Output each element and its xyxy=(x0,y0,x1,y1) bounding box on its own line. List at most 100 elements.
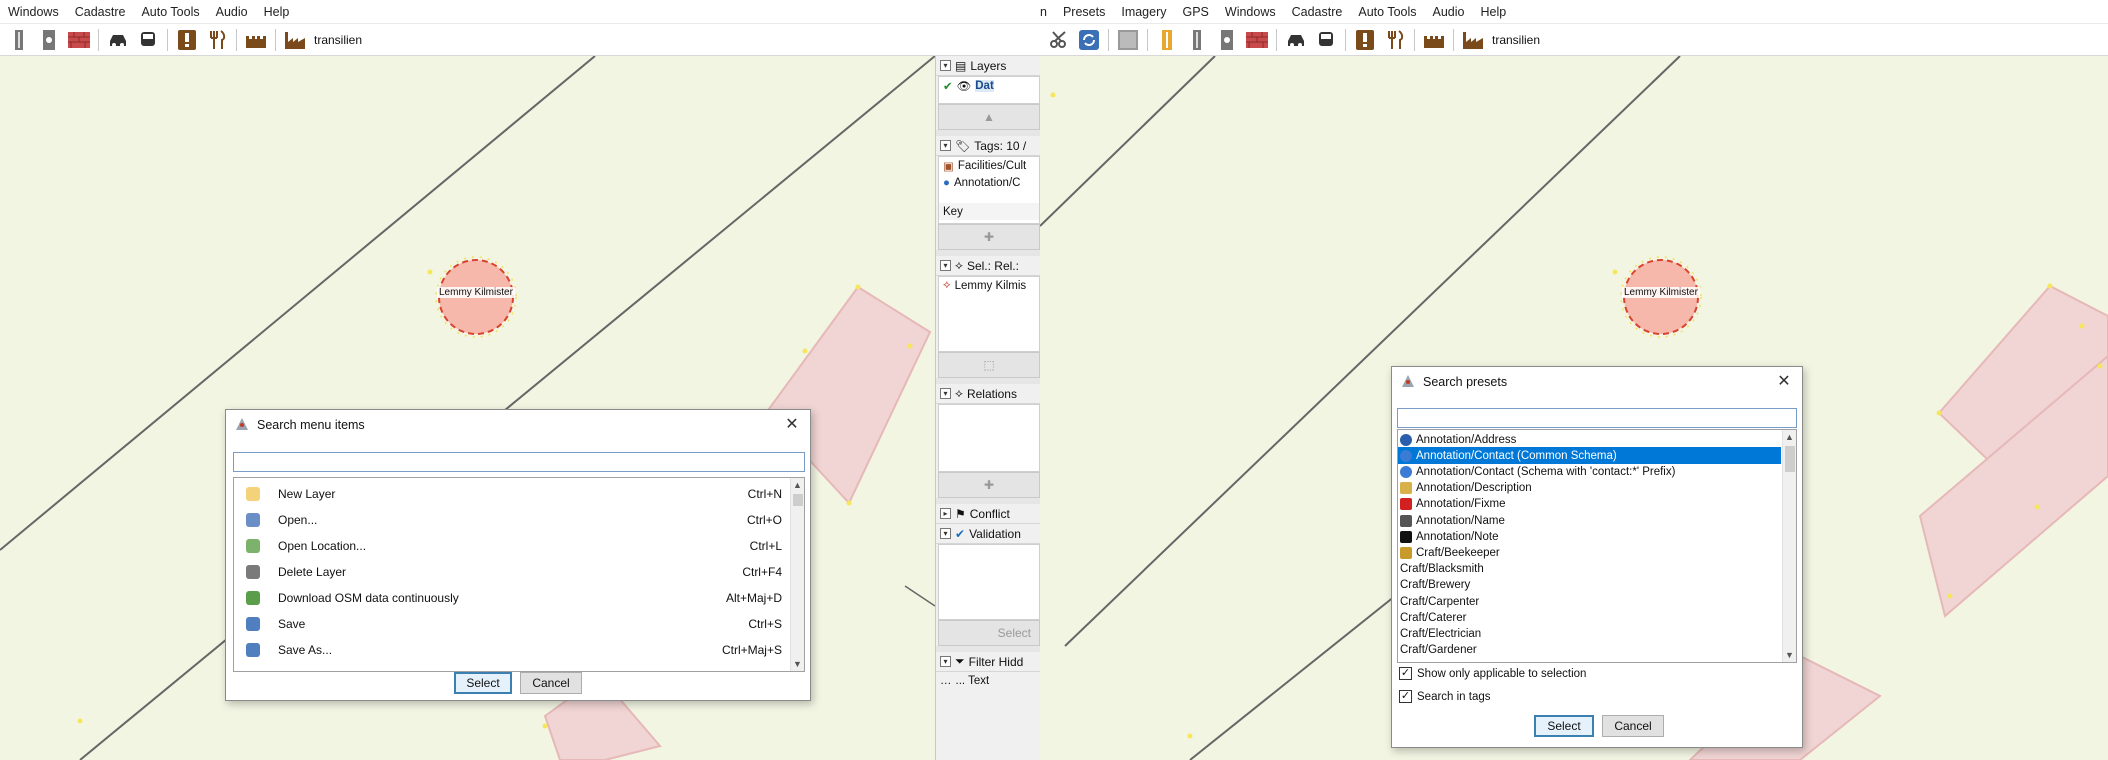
scroll-down-icon[interactable]: ▼ xyxy=(1783,648,1796,662)
menu-help[interactable]: Help xyxy=(1473,5,1515,19)
close-icon[interactable]: ✕ xyxy=(1774,372,1794,392)
preset-row[interactable]: Craft/Blacksmith xyxy=(1398,561,1781,578)
car-icon[interactable] xyxy=(1283,27,1309,53)
menu-auto-tools[interactable]: Auto Tools xyxy=(133,5,207,19)
conflict-header[interactable]: ▸ ⚑ Conflict xyxy=(936,504,1040,524)
preset-row[interactable]: Annotation/Address xyxy=(1398,431,1781,448)
search-in-tags-checkbox[interactable]: ✓ Search in tags xyxy=(1399,690,1491,703)
add-tag-button[interactable]: ✚ xyxy=(938,224,1040,250)
move-up-button[interactable]: ▲ xyxy=(938,104,1040,130)
level-crossing-icon[interactable] xyxy=(36,27,62,53)
restaurant-icon[interactable] xyxy=(1382,27,1408,53)
wall-icon[interactable] xyxy=(1244,27,1270,53)
validation-select-button[interactable]: Select xyxy=(938,620,1040,646)
castle-icon[interactable] xyxy=(243,27,269,53)
collapse-icon[interactable]: ▾ xyxy=(940,656,951,667)
scroll-down-icon[interactable]: ▼ xyxy=(791,657,804,671)
collapse-icon[interactable]: ▾ xyxy=(940,60,951,71)
cancel-button[interactable]: Cancel xyxy=(520,672,582,694)
checkbox-checked-icon[interactable]: ✓ xyxy=(1399,667,1412,680)
menu-item-row[interactable]: Save As... Ctrl+Maj+S xyxy=(234,637,790,663)
railway-icon[interactable] xyxy=(6,27,32,53)
validation-header[interactable]: ▾ ✔ Validation xyxy=(936,524,1040,544)
checkbox-checked-icon[interactable]: ✓ xyxy=(1399,690,1412,703)
scissors-icon[interactable] xyxy=(1046,27,1072,53)
close-icon[interactable]: ✕ xyxy=(782,415,802,435)
bus-icon[interactable] xyxy=(135,27,161,53)
car-icon[interactable] xyxy=(105,27,131,53)
menu-audio[interactable]: Audio xyxy=(1425,5,1473,19)
collapse-icon[interactable]: ▾ xyxy=(940,388,951,399)
scroll-thumb[interactable] xyxy=(1785,446,1795,472)
preset-row[interactable]: Annotation/Fixme xyxy=(1398,496,1781,513)
preset-row[interactable]: Annotation/Name xyxy=(1398,512,1781,529)
preset-row[interactable]: Annotation/Contact (Common Schema) xyxy=(1398,447,1781,465)
tags-header[interactable]: ▾ 🏷 Tags: 10 / xyxy=(936,136,1040,156)
add-relation-button[interactable]: ✚ xyxy=(938,472,1040,498)
toolbar-label-transilien[interactable]: transilien xyxy=(1492,33,1540,47)
search-input[interactable] xyxy=(1397,408,1797,428)
selection-item[interactable]: ⟡ Lemmy Kilmis xyxy=(939,277,1039,294)
menu-item-row[interactable]: Download OSM data continuously Alt+Maj+D xyxy=(234,585,790,611)
factory-icon[interactable] xyxy=(282,27,308,53)
menu-gps[interactable]: GPS xyxy=(1175,5,1217,19)
menu-audio[interactable]: Audio xyxy=(208,5,256,19)
preset-row[interactable]: Craft/Carpenter xyxy=(1398,593,1781,610)
menu-windows[interactable]: Windows xyxy=(0,5,67,19)
level-crossing-icon[interactable] xyxy=(1214,27,1240,53)
scroll-thumb[interactable] xyxy=(793,494,803,506)
layer-item[interactable]: ✔ 👁 Dat xyxy=(939,77,1039,94)
cancel-button[interactable]: Cancel xyxy=(1602,715,1664,737)
applicable-checkbox[interactable]: ✓ Show only applicable to selection xyxy=(1399,667,1586,680)
warning-icon[interactable] xyxy=(174,27,200,53)
menu-presets[interactable]: Presets xyxy=(1055,5,1113,19)
toolbar-label-transilien[interactable]: transilien xyxy=(314,33,362,47)
preset-row[interactable]: Annotation/Note xyxy=(1398,528,1781,545)
select-button[interactable]: Select xyxy=(454,672,512,694)
relations-header[interactable]: ▾ ⟡ Relations xyxy=(936,384,1040,404)
scroll-up-icon[interactable]: ▲ xyxy=(1783,430,1796,444)
preset-row[interactable]: Craft/Caterer xyxy=(1398,609,1781,626)
selection-header[interactable]: ▾ ⟡ Sel.: Rel.: xyxy=(936,256,1040,276)
menu-partial[interactable]: n xyxy=(1040,5,1055,19)
bus-icon[interactable] xyxy=(1313,27,1339,53)
warning-icon[interactable] xyxy=(1352,27,1378,53)
tag-row[interactable]: ▣ Facilities/Cult xyxy=(939,157,1039,174)
menu-cadastre[interactable]: Cadastre xyxy=(1284,5,1351,19)
collapse-icon[interactable]: ▾ xyxy=(940,528,951,539)
texture-icon[interactable] xyxy=(1115,27,1141,53)
preset-row[interactable]: Annotation/Contact (Schema with 'contact… xyxy=(1398,463,1781,480)
menu-item-row[interactable]: Open... Ctrl+O xyxy=(234,507,790,533)
collapse-icon[interactable]: ▾ xyxy=(940,140,951,151)
select-tool-button[interactable]: ⬚ xyxy=(938,352,1040,378)
filter-header[interactable]: ▾ ⏷ Filter Hidd xyxy=(936,652,1040,672)
refresh-icon[interactable] xyxy=(1076,27,1102,53)
collapse-icon[interactable]: ▾ xyxy=(940,260,951,271)
tag-row[interactable]: ● Annotation/C xyxy=(939,174,1039,191)
menu-item-row[interactable]: Delete Layer Ctrl+F4 xyxy=(234,559,790,585)
menu-item-row[interactable]: Open Location... Ctrl+L xyxy=(234,533,790,559)
menu-imagery[interactable]: Imagery xyxy=(1113,5,1174,19)
expand-icon[interactable]: ▸ xyxy=(940,508,951,519)
menu-item-row[interactable]: Save Ctrl+S xyxy=(234,611,790,637)
menu-help[interactable]: Help xyxy=(256,5,298,19)
railway-icon[interactable] xyxy=(1184,27,1210,53)
restaurant-icon[interactable] xyxy=(204,27,230,53)
preset-row[interactable]: Craft/Gardener xyxy=(1398,642,1781,659)
preset-row[interactable]: Craft/Beekeeper xyxy=(1398,544,1781,561)
wall-icon[interactable] xyxy=(66,27,92,53)
preset-row[interactable]: Craft/Brewery xyxy=(1398,577,1781,594)
menu-item-row[interactable]: New Layer Ctrl+N xyxy=(234,481,790,507)
castle-icon[interactable] xyxy=(1421,27,1447,53)
scrollbar[interactable]: ▲ ▼ xyxy=(1782,430,1796,662)
factory-icon[interactable] xyxy=(1460,27,1486,53)
menu-cadastre[interactable]: Cadastre xyxy=(67,5,134,19)
eye-icon[interactable]: 👁 xyxy=(957,79,972,93)
select-button[interactable]: Select xyxy=(1534,715,1594,737)
layers-header[interactable]: ▾ ▤ Layers xyxy=(936,56,1040,76)
scroll-up-icon[interactable]: ▲ xyxy=(791,478,804,492)
preset-row[interactable]: Annotation/Description xyxy=(1398,480,1781,497)
search-input[interactable] xyxy=(233,452,805,472)
road-icon[interactable] xyxy=(1154,27,1180,53)
menu-windows[interactable]: Windows xyxy=(1217,5,1284,19)
